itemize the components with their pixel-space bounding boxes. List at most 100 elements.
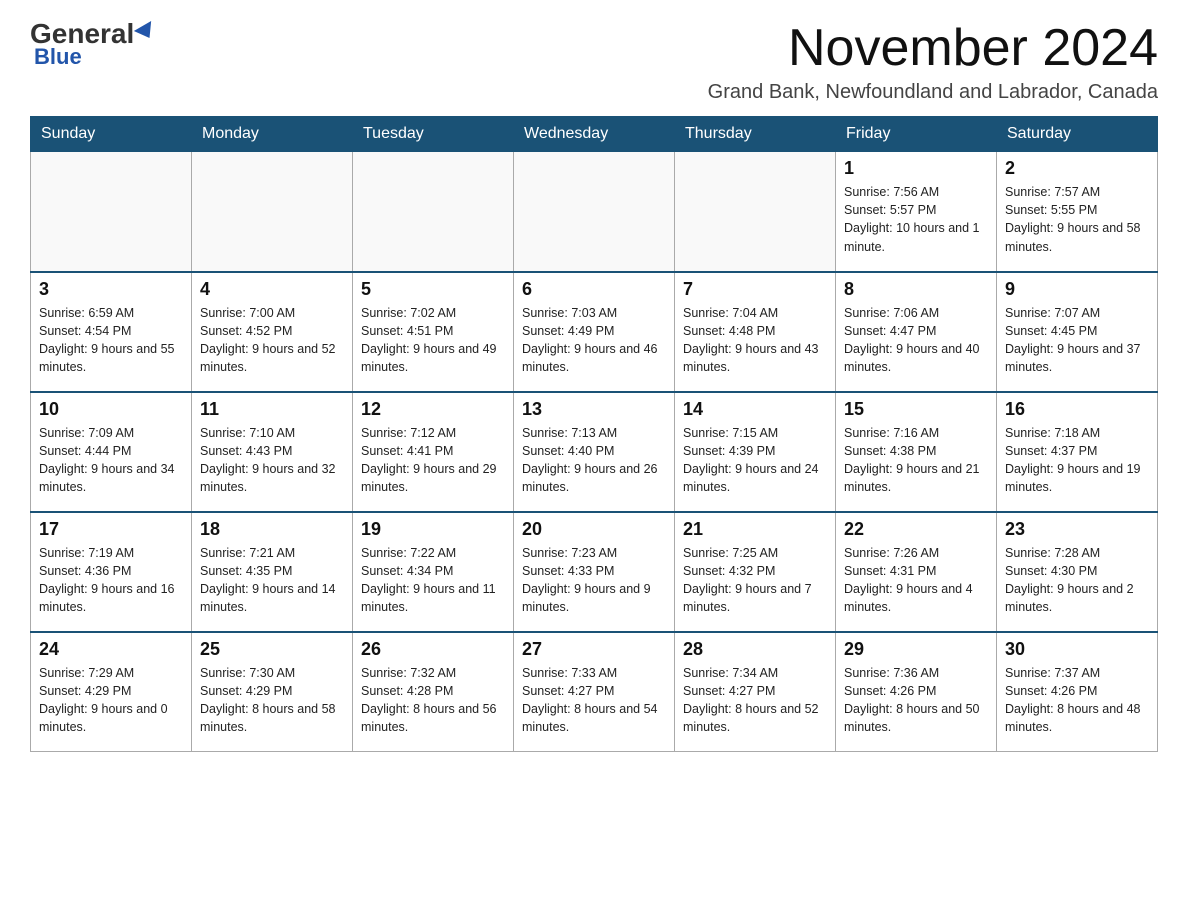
calendar-cell: 13 Sunrise: 7:13 AMSunset: 4:40 PMDayligh… [514,392,675,512]
calendar-cell: 6 Sunrise: 7:03 AMSunset: 4:49 PMDaylight… [514,272,675,392]
day-info: Sunrise: 7:10 AMSunset: 4:43 PMDaylight:… [200,424,344,497]
calendar-cell: 5Sunrise: 7:02 AMSunset: 4:51 PMDaylight… [353,272,514,392]
day-number: 18 [200,519,344,540]
day-number: 15 [844,399,988,420]
title-area: November 2024 Grand Bank, Newfoundland a… [708,20,1158,104]
calendar-header-row: Sunday Monday Tuesday Wednesday Thursday… [31,117,1158,152]
calendar-cell: 4 Sunrise: 7:00 AMSunset: 4:52 PMDaylight… [192,272,353,392]
col-tuesday: Tuesday [353,117,514,152]
calendar-cell: 15 Sunrise: 7:16 AMSunset: 4:38 PMDayligh… [836,392,997,512]
day-info: Sunrise: 7:00 AMSunset: 4:52 PMDaylight:… [200,304,344,377]
calendar-cell: 2 Sunrise: 7:57 AMSunset: 5:55 PMDaylight… [997,152,1158,272]
day-number: 12 [361,399,505,420]
calendar-cell [31,152,192,272]
calendar-week-row: 17Sunrise: 7:19 AMSunset: 4:36 PMDayligh… [31,512,1158,632]
day-number: 21 [683,519,827,540]
day-info: Sunrise: 7:37 AMSunset: 4:26 PMDaylight:… [1005,664,1149,737]
day-number: 8 [844,279,988,300]
calendar-cell: 12 Sunrise: 7:12 AMSunset: 4:41 PMDayligh… [353,392,514,512]
col-wednesday: Wednesday [514,117,675,152]
calendar-cell [353,152,514,272]
calendar-cell [514,152,675,272]
day-info: Sunrise: 7:23 AMSunset: 4:33 PMDaylight:… [522,544,666,617]
calendar-cell: 22 Sunrise: 7:26 AMSunset: 4:31 PMDayligh… [836,512,997,632]
day-info: Sunrise: 7:03 AMSunset: 4:49 PMDaylight:… [522,304,666,377]
day-info: Sunrise: 7:36 AMSunset: 4:26 PMDaylight:… [844,664,988,737]
day-info: Sunrise: 7:28 AMSunset: 4:30 PMDaylight:… [1005,544,1149,617]
calendar-cell: 17Sunrise: 7:19 AMSunset: 4:36 PMDayligh… [31,512,192,632]
month-year-title: November 2024 [708,20,1158,77]
calendar-cell [192,152,353,272]
calendar-week-row: 10 Sunrise: 7:09 AMSunset: 4:44 PMDayligh… [31,392,1158,512]
calendar-week-row: 1Sunrise: 7:56 AMSunset: 5:57 PMDaylight… [31,152,1158,272]
calendar-cell: 25 Sunrise: 7:30 AMSunset: 4:29 PMDayligh… [192,632,353,752]
col-sunday: Sunday [31,117,192,152]
day-number: 26 [361,639,505,660]
day-info: Sunrise: 7:33 AMSunset: 4:27 PMDaylight:… [522,664,666,737]
day-info: Sunrise: 7:30 AMSunset: 4:29 PMDaylight:… [200,664,344,737]
day-info: Sunrise: 6:59 AMSunset: 4:54 PMDaylight:… [39,304,183,377]
day-number: 20 [522,519,666,540]
day-info: Sunrise: 7:56 AMSunset: 5:57 PMDaylight:… [844,183,988,256]
calendar-cell: 19Sunrise: 7:22 AMSunset: 4:34 PMDayligh… [353,512,514,632]
day-info: Sunrise: 7:25 AMSunset: 4:32 PMDaylight:… [683,544,827,617]
day-info: Sunrise: 7:32 AMSunset: 4:28 PMDaylight:… [361,664,505,737]
day-number: 29 [844,639,988,660]
calendar-cell: 28 Sunrise: 7:34 AMSunset: 4:27 PMDayligh… [675,632,836,752]
col-thursday: Thursday [675,117,836,152]
day-info: Sunrise: 7:26 AMSunset: 4:31 PMDaylight:… [844,544,988,617]
location-subtitle: Grand Bank, Newfoundland and Labrador, C… [708,81,1158,104]
day-number: 27 [522,639,666,660]
day-info: Sunrise: 7:12 AMSunset: 4:41 PMDaylight:… [361,424,505,497]
day-number: 4 [200,279,344,300]
day-number: 23 [1005,519,1149,540]
page-header: General Blue November 2024 Grand Bank, N… [30,20,1158,104]
calendar-cell: 11 Sunrise: 7:10 AMSunset: 4:43 PMDayligh… [192,392,353,512]
calendar-cell: 3 Sunrise: 6:59 AMSunset: 4:54 PMDaylight… [31,272,192,392]
calendar-cell: 7 Sunrise: 7:04 AMSunset: 4:48 PMDaylight… [675,272,836,392]
day-info: Sunrise: 7:18 AMSunset: 4:37 PMDaylight:… [1005,424,1149,497]
day-number: 13 [522,399,666,420]
day-info: Sunrise: 7:21 AMSunset: 4:35 PMDaylight:… [200,544,344,617]
day-info: Sunrise: 7:07 AMSunset: 4:45 PMDaylight:… [1005,304,1149,377]
day-info: Sunrise: 7:09 AMSunset: 4:44 PMDaylight:… [39,424,183,497]
day-number: 16 [1005,399,1149,420]
day-number: 25 [200,639,344,660]
calendar-cell: 26 Sunrise: 7:32 AMSunset: 4:28 PMDayligh… [353,632,514,752]
logo: General Blue [30,20,156,70]
day-number: 28 [683,639,827,660]
day-info: Sunrise: 7:16 AMSunset: 4:38 PMDaylight:… [844,424,988,497]
day-number: 14 [683,399,827,420]
day-number: 22 [844,519,988,540]
calendar-cell [675,152,836,272]
calendar-cell: 30Sunrise: 7:37 AMSunset: 4:26 PMDayligh… [997,632,1158,752]
calendar-cell: 24Sunrise: 7:29 AMSunset: 4:29 PMDayligh… [31,632,192,752]
day-number: 3 [39,279,183,300]
calendar-cell: 21 Sunrise: 7:25 AMSunset: 4:32 PMDayligh… [675,512,836,632]
calendar-cell: 23 Sunrise: 7:28 AMSunset: 4:30 PMDayligh… [997,512,1158,632]
logo-blue: Blue [34,44,82,70]
calendar-cell: 29 Sunrise: 7:36 AMSunset: 4:26 PMDayligh… [836,632,997,752]
day-number: 10 [39,399,183,420]
day-number: 19 [361,519,505,540]
calendar-cell: 18 Sunrise: 7:21 AMSunset: 4:35 PMDayligh… [192,512,353,632]
calendar-cell: 27 Sunrise: 7:33 AMSunset: 4:27 PMDayligh… [514,632,675,752]
day-number: 17 [39,519,183,540]
day-info: Sunrise: 7:15 AMSunset: 4:39 PMDaylight:… [683,424,827,497]
day-info: Sunrise: 7:34 AMSunset: 4:27 PMDaylight:… [683,664,827,737]
calendar-cell: 9 Sunrise: 7:07 AMSunset: 4:45 PMDaylight… [997,272,1158,392]
day-info: Sunrise: 7:06 AMSunset: 4:47 PMDaylight:… [844,304,988,377]
day-number: 9 [1005,279,1149,300]
day-info: Sunrise: 7:57 AMSunset: 5:55 PMDaylight:… [1005,183,1149,256]
day-info: Sunrise: 7:13 AMSunset: 4:40 PMDaylight:… [522,424,666,497]
calendar-cell: 1Sunrise: 7:56 AMSunset: 5:57 PMDaylight… [836,152,997,272]
day-number: 2 [1005,158,1149,179]
calendar-cell: 14 Sunrise: 7:15 AMSunset: 4:39 PMDayligh… [675,392,836,512]
day-info: Sunrise: 7:04 AMSunset: 4:48 PMDaylight:… [683,304,827,377]
day-info: Sunrise: 7:02 AMSunset: 4:51 PMDaylight:… [361,304,505,377]
calendar-table: Sunday Monday Tuesday Wednesday Thursday… [30,116,1158,752]
day-number: 7 [683,279,827,300]
day-number: 11 [200,399,344,420]
day-number: 6 [522,279,666,300]
calendar-cell: 8 Sunrise: 7:06 AMSunset: 4:47 PMDaylight… [836,272,997,392]
